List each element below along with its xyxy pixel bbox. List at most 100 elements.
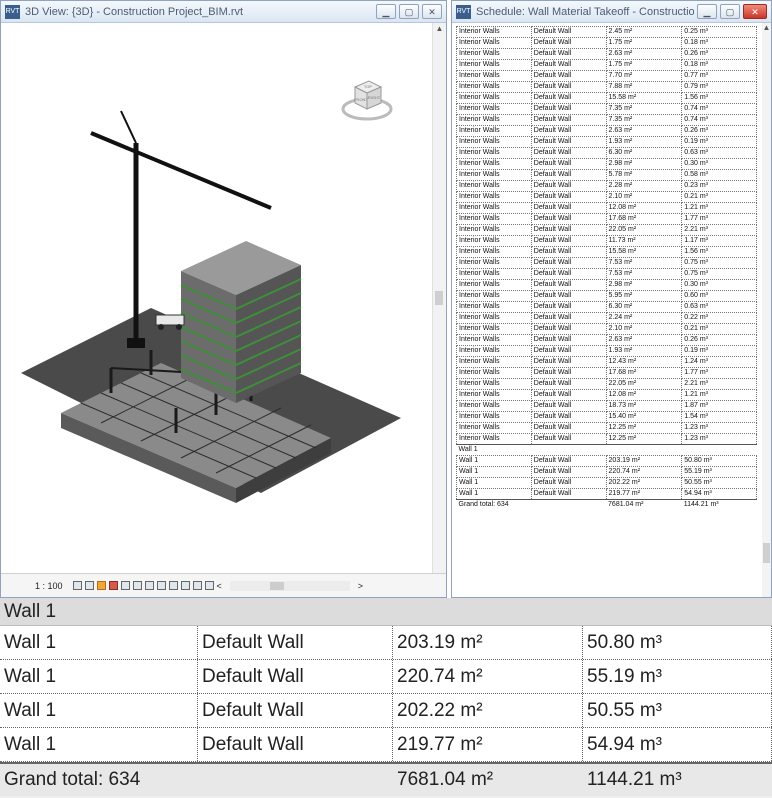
table-cell[interactable]: Wall 1 <box>456 477 532 489</box>
table-row[interactable]: Interior Walls Default Wall 7.88 m² 0.79 m³ <box>456 81 757 93</box>
table-cell[interactable]: 2.45 m² <box>605 26 683 38</box>
3d-model-canvas[interactable]: TOP FRONT RIGHT <box>1 23 434 573</box>
table-cell[interactable]: Default Wall <box>530 356 607 368</box>
table-row[interactable]: Interior Walls Default Wall 2.63 m² 0.26 m³ <box>456 334 757 346</box>
table-row[interactable]: Interior Walls Default Wall 22.05 m² 2.21 m… <box>456 224 757 236</box>
analytical-model-icon[interactable] <box>192 581 202 590</box>
schedule-titlebar[interactable]: RVT Schedule: Wall Material Takeoff - Co… <box>452 1 771 23</box>
table-cell[interactable]: Default Wall <box>530 125 607 137</box>
table-cell[interactable]: 54.94 m³ <box>681 488 757 500</box>
table-cell[interactable]: 12.08 m² <box>605 389 683 401</box>
table-cell[interactable]: 1.23 m³ <box>681 422 757 434</box>
table-cell[interactable]: Interior Walls <box>456 235 532 247</box>
table-cell[interactable]: Interior Walls <box>456 26 532 38</box>
table-row[interactable]: Interior Walls Default Wall 5.95 m² 0.60 m³ <box>456 290 757 302</box>
table-cell[interactable]: 7.70 m² <box>605 70 683 82</box>
table-cell[interactable]: Interior Walls <box>456 301 532 313</box>
table-cell[interactable]: Interior Walls <box>456 422 532 434</box>
table-cell[interactable]: 0.23 m³ <box>681 180 757 192</box>
visual-style-icon[interactable] <box>84 581 94 590</box>
table-cell[interactable]: 202.22 m² <box>605 477 683 489</box>
table-cell[interactable]: 1.17 m³ <box>681 235 757 247</box>
table-cell[interactable]: Interior Walls <box>456 367 532 379</box>
table-cell[interactable]: Default Wall <box>530 147 607 159</box>
table-cell[interactable]: 17.68 m² <box>605 213 683 225</box>
table-cell[interactable]: Default Wall <box>530 378 607 390</box>
viewcube-icon[interactable]: TOP FRONT RIGHT <box>341 73 393 125</box>
table-cell[interactable]: Default Wall <box>530 202 607 214</box>
table-row[interactable]: Wall 1 Default Wall 220.74 m² 55.19 m³ <box>456 466 757 478</box>
table-cell[interactable]: 0.63 m³ <box>681 147 757 159</box>
table-cell[interactable]: 1.56 m³ <box>681 92 757 104</box>
table-cell[interactable]: 0.26 m³ <box>681 48 757 60</box>
table-row[interactable]: Interior Walls Default Wall 15.40 m² 1.54 m… <box>456 411 757 423</box>
table-row[interactable]: Interior Walls Default Wall 2.10 m² 0.21 m³ <box>456 191 757 203</box>
shadows-icon[interactable] <box>108 581 118 590</box>
table-cell[interactable]: Default Wall <box>530 70 607 82</box>
table-row[interactable]: Interior Walls Default Wall 12.43 m² 1.24 m… <box>456 356 757 368</box>
table-row[interactable]: Interior Walls Default Wall 7.53 m² 0.75 m³ <box>456 268 757 280</box>
table-cell[interactable]: 1.93 m² <box>605 136 683 148</box>
table-row[interactable]: Interior Walls Default Wall 12.25 m² 1.23 m… <box>456 433 757 445</box>
table-row[interactable]: Interior Walls Default Wall 2.63 m² 0.26 m³ <box>456 48 757 60</box>
table-row[interactable]: Interior Walls Default Wall 2.28 m² 0.23 m³ <box>456 180 757 192</box>
table-cell[interactable]: Default Wall <box>530 312 607 324</box>
table-cell[interactable]: Default Wall <box>530 488 607 500</box>
table-row[interactable]: Interior Walls Default Wall 12.08 m² 1.21 m… <box>456 202 757 214</box>
table-cell[interactable]: 2.21 m³ <box>681 224 757 236</box>
table-cell[interactable]: Interior Walls <box>456 114 532 126</box>
table-row[interactable]: Wall 1 Default Wall 202.22 m² 50.55 m³ <box>456 477 757 489</box>
table-row[interactable]: Interior Walls Default Wall 1.93 m² 0.19 m³ <box>456 136 757 148</box>
table-cell[interactable]: Interior Walls <box>456 312 532 324</box>
table-cell[interactable]: Default Wall <box>530 224 607 236</box>
table-cell[interactable]: Default Wall <box>530 235 607 247</box>
table-cell[interactable]: Default Wall <box>530 114 607 126</box>
table-cell[interactable]: 0.25 m³ <box>681 26 757 38</box>
table-cell[interactable]: Default Wall <box>530 48 607 60</box>
table-cell[interactable]: Default Wall <box>530 455 607 467</box>
table-cell[interactable]: Interior Walls <box>456 279 532 291</box>
table-cell[interactable]: Interior Walls <box>456 268 532 280</box>
table-cell[interactable]: Interior Walls <box>456 202 532 214</box>
table-row[interactable]: Interior Walls Default Wall 6.30 m² 0.63 m³ <box>456 301 757 313</box>
table-cell[interactable]: 0.74 m³ <box>681 103 757 115</box>
schedule-scroll-up-icon[interactable]: ▲ <box>762 23 771 32</box>
table-cell[interactable]: 2.28 m² <box>605 180 683 192</box>
table-row[interactable]: Wall 1 Default Wall 203.19 m² 50.80 m³ <box>456 455 757 467</box>
table-row[interactable]: Interior Walls Default Wall 15.58 m² 1.56 m… <box>456 92 757 104</box>
table-cell[interactable]: Default Wall <box>530 400 607 412</box>
schedule-table-area[interactable]: Interior Walls Default Wall 2.45 m² 0.25 m³… <box>456 26 762 510</box>
table-cell[interactable]: Interior Walls <box>456 59 532 71</box>
table-cell[interactable]: 15.58 m² <box>605 92 683 104</box>
table-cell[interactable]: 7.53 m² <box>605 268 683 280</box>
table-cell[interactable]: Interior Walls <box>456 213 532 225</box>
table-cell[interactable]: 1.77 m³ <box>681 213 757 225</box>
table-row[interactable]: Interior Walls Default Wall 17.68 m² 1.77 m… <box>456 367 757 379</box>
close-button[interactable]: ✕ <box>422 4 442 19</box>
table-cell[interactable]: Wall 1 <box>456 466 532 478</box>
table-cell[interactable]: 2.98 m² <box>605 279 683 291</box>
table-cell[interactable]: 17.68 m² <box>605 367 683 379</box>
table-row[interactable]: Interior Walls Default Wall 11.73 m² 1.17 m… <box>456 235 757 247</box>
table-cell[interactable]: 0.75 m³ <box>681 257 757 269</box>
table-cell[interactable]: 203.19 m² <box>605 455 683 467</box>
table-cell[interactable]: 2.24 m² <box>605 312 683 324</box>
table-cell[interactable]: 12.43 m² <box>605 356 683 368</box>
table-cell[interactable]: 7.35 m² <box>605 114 683 126</box>
table-cell[interactable]: Interior Walls <box>456 257 532 269</box>
3d-view-vertical-scrollbar[interactable]: ▲ <box>432 23 446 573</box>
table-cell[interactable]: 0.26 m³ <box>681 125 757 137</box>
table-cell[interactable]: Default Wall <box>530 26 607 38</box>
table-cell[interactable]: 219.77 m² <box>605 488 683 500</box>
table-cell[interactable]: Default Wall <box>530 422 607 434</box>
table-row[interactable]: Interior Walls Default Wall 15.58 m² 1.56 m… <box>456 246 757 258</box>
scroll-up-arrow-icon[interactable]: ▲ <box>433 23 446 35</box>
table-cell[interactable]: 1.56 m³ <box>681 246 757 258</box>
reveal-hidden-icon[interactable] <box>180 581 190 590</box>
table-cell[interactable]: Default Wall <box>530 169 607 181</box>
unlock-3d-view-icon[interactable] <box>156 581 166 590</box>
table-cell[interactable]: Interior Walls <box>456 81 532 93</box>
table-cell[interactable]: 1.21 m³ <box>681 389 757 401</box>
table-cell[interactable]: Interior Walls <box>456 389 532 401</box>
table-cell[interactable]: 1.93 m² <box>605 345 683 357</box>
